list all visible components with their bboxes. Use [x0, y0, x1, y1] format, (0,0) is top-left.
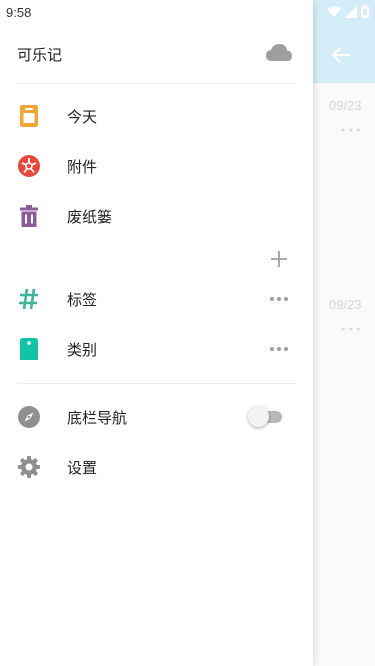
- divider: [17, 83, 296, 84]
- drawer-item-tags[interactable]: 标签: [0, 277, 313, 321]
- add-icon[interactable]: [268, 248, 290, 270]
- drawer-item-trash[interactable]: 废纸篓: [0, 194, 313, 238]
- hashtag-icon: [18, 288, 40, 310]
- battery-icon: [361, 5, 369, 18]
- status-time: 9:58: [6, 5, 32, 20]
- drawer-item-label: 附件: [67, 157, 98, 176]
- note-date: 09/23: [329, 98, 362, 113]
- toggle-knob: [248, 406, 269, 427]
- compass-icon: [18, 406, 40, 428]
- note-date: 09/23: [329, 297, 362, 312]
- gear-icon: [18, 456, 40, 478]
- wifi-icon: [327, 6, 341, 17]
- drawer-item-attachments[interactable]: 附件: [0, 144, 313, 188]
- calendar-icon: [18, 105, 40, 127]
- bottom-nav-toggle[interactable]: [248, 406, 284, 428]
- drawer-item-label: 标签: [67, 290, 98, 309]
- drawer-item-today[interactable]: 今天: [0, 94, 313, 138]
- drawer-item-label: 设置: [67, 458, 98, 477]
- trash-icon: [18, 205, 40, 227]
- back-arrow-icon[interactable]: [330, 44, 352, 66]
- divider: [17, 383, 296, 384]
- signal-icon: [345, 5, 357, 18]
- drawer-item-settings[interactable]: 设置: [0, 445, 313, 489]
- cloud-sync-icon[interactable]: [266, 44, 292, 62]
- drawer-item-label: 今天: [67, 107, 98, 126]
- aperture-icon: [18, 155, 40, 177]
- drawer-item-label: 类别: [67, 340, 98, 359]
- drawer-item-label: 底栏导航: [67, 408, 128, 427]
- navigation-drawer: 9:58 可乐记 今天 附件 废纸篓 标签 类别 底栏导航 设置: [0, 0, 313, 666]
- drawer-title: 可乐记: [17, 46, 63, 64]
- more-dots-icon[interactable]: [269, 296, 289, 302]
- drawer-item-categories[interactable]: 类别: [0, 327, 313, 371]
- status-icons: [327, 5, 369, 18]
- tag-icon: [18, 338, 40, 360]
- note-more-dots: •••: [340, 323, 363, 336]
- note-more-dots: •••: [340, 124, 363, 137]
- drawer-item-label: 废纸篓: [67, 207, 113, 226]
- more-dots-icon[interactable]: [269, 346, 289, 352]
